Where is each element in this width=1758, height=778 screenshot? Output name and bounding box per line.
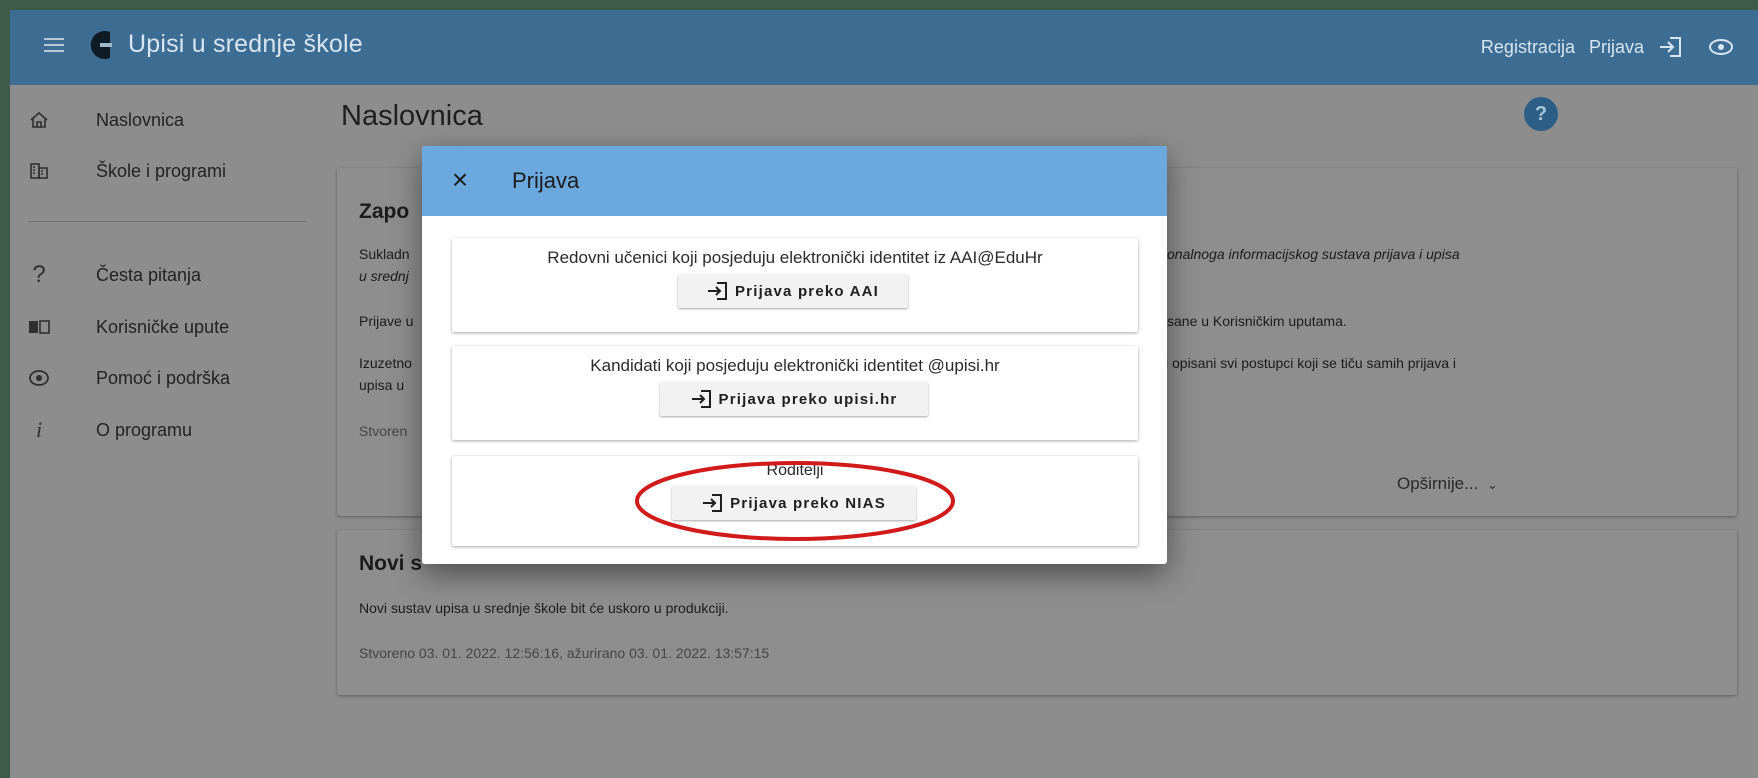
dialog-header: × Prijava xyxy=(422,146,1167,216)
card-text: i opisani svi postupci koji se tiču sami… xyxy=(1165,355,1457,371)
card-text: Prijave u xyxy=(359,313,414,329)
menu-icon[interactable] xyxy=(44,38,64,52)
more-link[interactable]: Opširnije... ⌄ xyxy=(1397,474,1498,494)
sidebar-divider xyxy=(28,221,306,222)
card-text: sane u Korisničkim uputama. xyxy=(1167,313,1347,329)
annotation-ellipse xyxy=(635,461,955,541)
info-icon: i xyxy=(35,417,43,442)
chevron-down-icon: ⌄ xyxy=(1486,477,1498,492)
card-text: Novi sustav upisa u srednje škole bit će… xyxy=(359,600,729,616)
app-frame: Upisi u srednje škole Registracija Prija… xyxy=(10,10,1758,778)
card-title: Novi s xyxy=(359,552,423,575)
card-text: u srednj xyxy=(359,268,409,284)
book-icon xyxy=(28,316,50,338)
login-upisi-button[interactable]: Prijava preko upisi.hr xyxy=(660,382,928,416)
button-label: Prijava preko AAI xyxy=(734,282,880,300)
card-text: upisa u xyxy=(359,377,405,393)
login-aai-button[interactable]: Prijava preko AAI xyxy=(678,274,908,308)
button-label: Prijava preko upisi.hr xyxy=(718,390,898,408)
login-icon[interactable] xyxy=(1658,36,1684,58)
building-icon xyxy=(28,160,50,182)
sidebar-item-naslovnica[interactable]: Naslovnica xyxy=(10,100,325,140)
option-description: Redovni učenici koji posjeduju elektroni… xyxy=(547,248,1043,267)
app-title[interactable]: Upisi u srednje škole xyxy=(128,30,363,59)
sidebar-item-skole[interactable]: Škole i programi xyxy=(10,151,325,191)
sidebar-item-label: Korisničke upute xyxy=(96,316,230,337)
card-title: Zapo xyxy=(359,200,410,223)
login-icon xyxy=(707,282,727,300)
support-icon xyxy=(28,367,50,389)
login-icon xyxy=(691,390,711,408)
dialog-title: Prijava xyxy=(512,168,580,193)
sidebar-item-label: Česta pitanja xyxy=(96,264,202,285)
sidebar-item-cesta-pitanja[interactable]: ? Česta pitanja xyxy=(10,255,325,295)
sidebar-item-o-programu[interactable]: i O programu xyxy=(10,410,325,450)
sidebar-item-label: O programu xyxy=(96,419,193,440)
app-bar: Upisi u srednje škole Registracija Prija… xyxy=(10,10,1758,85)
sidebar-item-label: Pomoć i podrška xyxy=(96,367,231,388)
sidebar-item-label: Škole i programi xyxy=(96,160,227,181)
more-link-label: Opširnije... xyxy=(1397,474,1479,493)
option-description: Kandidati koji posjeduju elektronički id… xyxy=(590,356,1000,375)
question-icon: ? xyxy=(32,261,46,288)
login-option-aai: Redovni učenici koji posjeduju elektroni… xyxy=(452,238,1138,332)
card-text: Sukladn xyxy=(359,246,410,262)
help-button[interactable]: ? xyxy=(1524,97,1558,131)
home-icon xyxy=(28,109,50,131)
login-link[interactable]: Prijava xyxy=(1589,37,1644,58)
page-title: Naslovnica xyxy=(341,100,483,132)
register-link[interactable]: Registracija xyxy=(1481,37,1575,58)
app-logo-icon xyxy=(90,31,112,59)
header-actions: Registracija Prijava xyxy=(1481,36,1734,58)
close-icon[interactable]: × xyxy=(446,166,474,194)
card-text: onalnoga informacijskog sustava prijava … xyxy=(1167,246,1460,262)
login-option-upisi: Kandidati koji posjeduju elektronički id… xyxy=(452,346,1138,440)
sidebar: Naslovnica Škole i programi ? Česta pita… xyxy=(10,85,325,778)
sidebar-item-korisnicke-upute[interactable]: Korisničke upute xyxy=(10,307,325,347)
card-meta: Stvoren xyxy=(359,423,408,439)
card-text: Izuzetno xyxy=(359,355,412,371)
card-meta: Stvoreno 03. 01. 2022. 12:56:16, ažurira… xyxy=(359,645,770,661)
sidebar-item-pomoc[interactable]: Pomoć i podrška xyxy=(10,358,325,398)
sidebar-item-label: Naslovnica xyxy=(96,109,185,130)
visibility-icon[interactable] xyxy=(1708,36,1734,58)
